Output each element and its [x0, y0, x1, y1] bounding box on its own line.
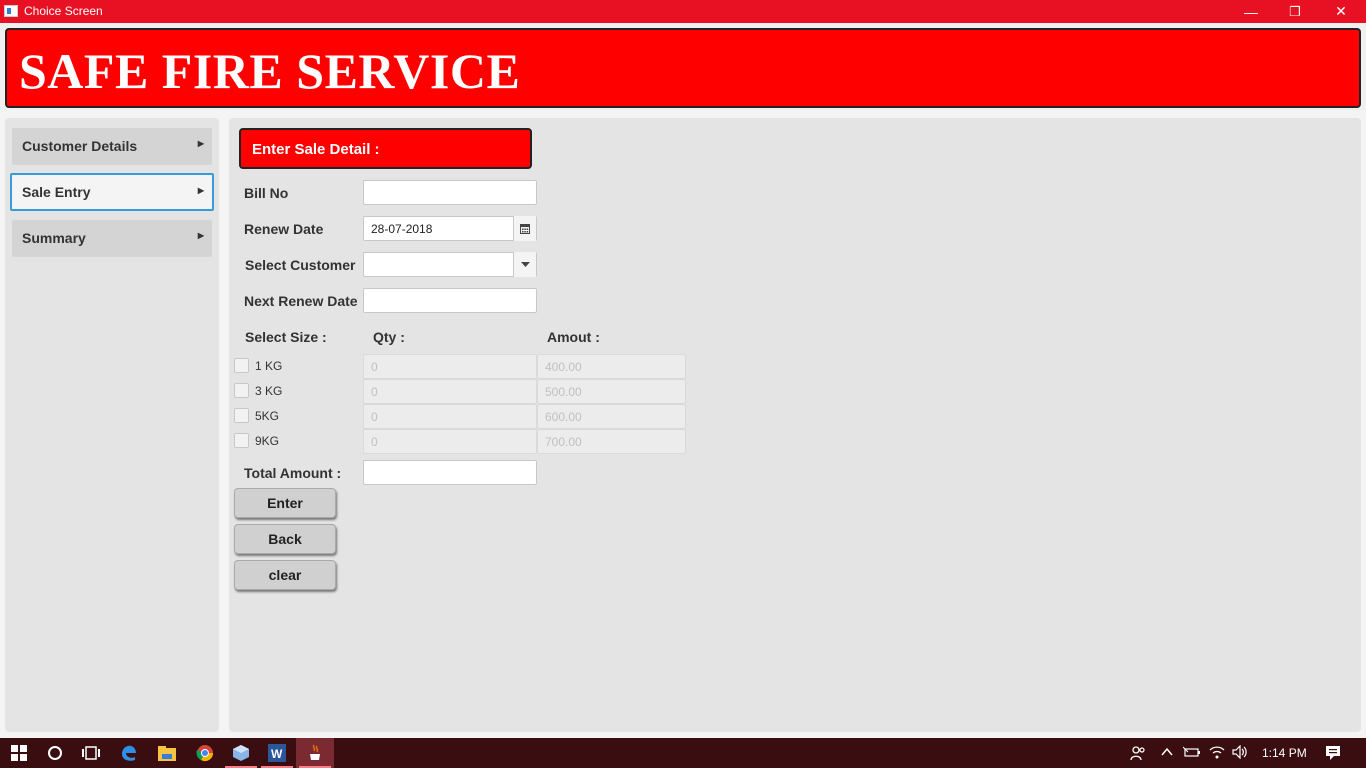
close-button[interactable]: ✕ — [1318, 0, 1364, 23]
sidebar-item-label: Summary — [22, 230, 86, 246]
clock[interactable]: 1:14 PM — [1262, 746, 1307, 760]
size-row-9kg: 9KG — [234, 431, 354, 451]
taskbar: W 1:14 PM — [0, 738, 1366, 768]
clear-button[interactable]: clear — [234, 560, 336, 590]
sidebar-item-customer-details[interactable]: Customer Details ▶ — [12, 128, 212, 165]
size-label: 1 KG — [255, 359, 283, 373]
chevron-up-icon[interactable] — [1160, 745, 1174, 762]
qty-1kg-input[interactable]: 0 — [363, 354, 537, 379]
word-icon[interactable]: W — [258, 738, 296, 768]
next-renew-date-input[interactable] — [363, 288, 537, 313]
size-1kg-checkbox[interactable] — [234, 358, 249, 373]
amount-9kg-field: 700.00 — [537, 429, 686, 454]
bill-no-input[interactable] — [363, 180, 537, 205]
sidebar: Customer Details ▶ Sale Entry ▶ Summary … — [5, 118, 219, 732]
amount-header: Amout : — [547, 329, 600, 345]
arrow-right-icon: ▶ — [197, 139, 204, 148]
calendar-button[interactable] — [513, 216, 536, 241]
app-banner: SAFE FIRE SERVICE — [5, 28, 1361, 108]
arrow-right-icon: ▶ — [197, 231, 204, 240]
size-row-5kg: 5KG — [234, 406, 354, 426]
sidebar-item-sale-entry[interactable]: Sale Entry ▶ — [10, 173, 214, 211]
svg-text:W: W — [271, 747, 283, 761]
file-explorer-icon[interactable] — [148, 738, 186, 768]
section-title: Enter Sale Detail : — [252, 141, 380, 158]
customer-dropdown-button[interactable] — [513, 252, 536, 277]
amount-5kg-field: 600.00 — [537, 404, 686, 429]
total-amount-label: Total Amount : — [244, 465, 342, 481]
notifications-icon[interactable] — [1325, 745, 1341, 764]
size-3kg-checkbox[interactable] — [234, 383, 249, 398]
package-icon[interactable] — [222, 738, 260, 768]
renew-date-value: 28-07-2018 — [371, 222, 433, 236]
size-label: 5KG — [255, 409, 280, 423]
sidebar-item-label: Customer Details — [22, 138, 138, 154]
back-button[interactable]: Back — [234, 524, 336, 554]
enter-button[interactable]: Enter — [234, 488, 336, 518]
chrome-icon[interactable] — [186, 738, 224, 768]
amount-1kg-field: 400.00 — [537, 354, 686, 379]
calendar-icon — [520, 223, 530, 234]
size-9kg-checkbox[interactable] — [234, 433, 249, 448]
size-label: 9KG — [255, 434, 280, 448]
restore-button[interactable]: ❐ — [1272, 0, 1318, 23]
size-label: 3 KG — [255, 384, 283, 398]
sidebar-item-summary[interactable]: Summary ▶ — [12, 220, 212, 257]
minimize-button[interactable]: — — [1228, 0, 1274, 23]
size-row-3kg: 3 KG — [234, 381, 354, 401]
app-window-icon — [4, 5, 18, 17]
renew-date-picker[interactable]: 28-07-2018 — [363, 216, 537, 241]
amount-3kg-field: 500.00 — [537, 379, 686, 404]
cortana-icon[interactable] — [36, 738, 74, 768]
next-renew-date-label: Next Renew Date — [244, 293, 358, 309]
size-row-1kg: 1 KG — [234, 356, 354, 376]
renew-date-label: Renew Date — [244, 221, 324, 237]
qty-3kg-input[interactable]: 0 — [363, 379, 537, 404]
people-icon[interactable] — [1130, 745, 1146, 764]
section-header: Enter Sale Detail : — [239, 128, 532, 169]
battery-icon[interactable] — [1182, 745, 1201, 762]
qty-9kg-input[interactable]: 0 — [363, 429, 537, 454]
edge-icon[interactable] — [110, 738, 148, 768]
size-5kg-checkbox[interactable] — [234, 408, 249, 423]
bill-no-label: Bill No — [244, 185, 289, 201]
window-title: Choice Screen — [24, 4, 103, 18]
sale-entry-panel: Enter Sale Detail : Bill No Renew Date 2… — [229, 118, 1361, 732]
select-customer-label: Select Customer — [245, 257, 356, 273]
qty-5kg-input[interactable]: 0 — [363, 404, 537, 429]
task-view-icon[interactable] — [72, 738, 110, 768]
select-customer-combobox[interactable] — [363, 252, 537, 277]
windows-start-icon[interactable] — [0, 738, 38, 768]
sidebar-item-label: Sale Entry — [22, 184, 91, 200]
banner-title: SAFE FIRE SERVICE — [19, 43, 521, 99]
total-amount-input[interactable] — [363, 460, 537, 485]
chevron-down-icon — [520, 262, 530, 267]
arrow-right-icon: ▶ — [197, 186, 204, 195]
java-app-icon[interactable] — [296, 738, 334, 768]
window-titlebar: Choice Screen — ❐ ✕ — [0, 0, 1366, 23]
qty-header: Qty : — [373, 329, 405, 345]
wifi-icon[interactable] — [1209, 745, 1225, 762]
volume-icon[interactable] — [1232, 744, 1248, 762]
select-size-header: Select Size : — [245, 329, 327, 345]
